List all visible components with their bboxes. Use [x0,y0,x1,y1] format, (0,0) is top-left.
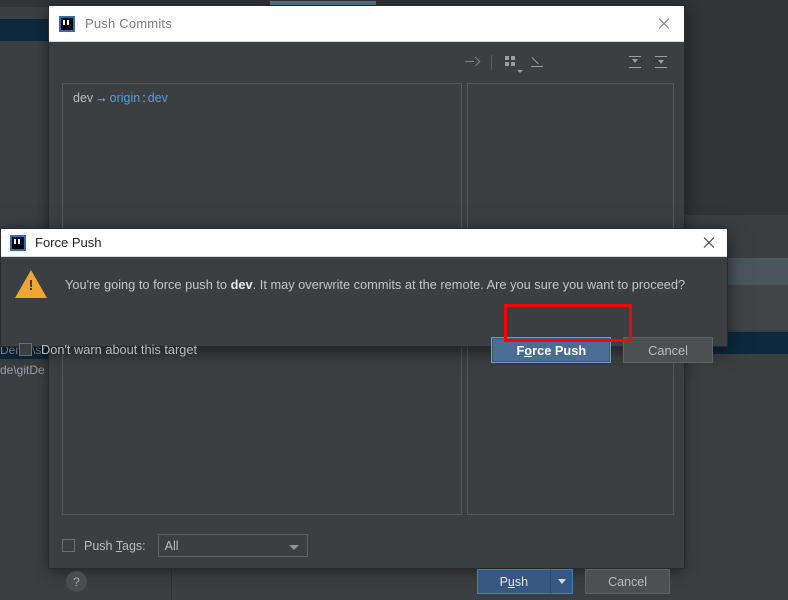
collapse-selection-icon [465,55,479,69]
push-commits-titlebar: Push Commits [49,6,684,42]
dont-warn-checkbox[interactable] [19,343,32,356]
push-tags-select[interactable]: All [157,534,308,557]
chevron-down-icon [517,70,523,73]
push-tags-selected-value: All [164,538,179,553]
push-button[interactable]: Pu sh [476,569,552,594]
push-tags-label-pre: Push [84,538,116,553]
message-part-1: You're going to force push to [65,277,231,292]
ide-path-fragment-2: de\gitDe [0,363,45,377]
push-tags-label-post: ags: [122,538,146,553]
collapse-all-button[interactable] [648,50,674,74]
expand-all-button[interactable] [622,50,648,74]
edit-icon [530,55,544,69]
warning-triangle-icon [15,270,47,298]
push-options-dropdown-button[interactable] [551,569,574,594]
force-push-footer: Fo rce Push Cancel [491,337,713,363]
arrow-icon: → [95,91,108,105]
branch-row[interactable]: dev → origin: dev [63,84,461,105]
force-push-body: You're going to force push to dev. It ma… [1,257,727,363]
force-push-button[interactable]: Fo rce Push [491,337,612,363]
remote-branch-label[interactable]: dev [148,91,168,105]
collapse-selection-button[interactable] [459,50,485,74]
group-by-button[interactable] [498,50,524,74]
group-by-icon [504,55,518,69]
branch-separator: : [142,91,146,105]
force-push-titlebar: Force Push [1,229,727,257]
help-button[interactable]: ? [66,571,87,592]
push-mnemonic: u [507,574,515,589]
local-branch-label: dev [73,91,94,105]
push-tags-checkbox[interactable] [62,539,75,552]
force-push-message: You're going to force push to dev. It ma… [65,277,717,294]
cancel-button[interactable]: Cancel [585,569,670,594]
push-commits-title: Push Commits [85,16,172,31]
force-push-label-post: rce Push [532,342,587,358]
push-label-post: sh [514,574,529,589]
push-commits-footer: Pu sh Cancel [476,569,670,594]
expand-all-icon [628,55,642,69]
remote-name-label[interactable]: origin [110,91,141,105]
push-tags-row: Push Tags: All [62,534,308,557]
push-tags-label: Push Tags: [84,539,146,553]
message-part-2: . It may overwrite commits at the remote… [252,277,686,292]
intellij-idea-icon [59,15,75,32]
dont-warn-row: Don't warn about this target [19,342,197,357]
close-icon [702,236,715,249]
close-icon [657,17,670,30]
force-push-close-button[interactable] [695,231,721,255]
toolbar-divider [491,54,492,70]
chevron-down-icon [288,545,299,550]
force-push-title: Force Push [35,235,102,250]
intellij-idea-icon [10,234,26,251]
force-push-dialog: Force Push You're going to force push to… [0,228,728,363]
force-push-label-pre: F [516,342,525,358]
commit-details-toolbar [459,49,674,75]
edit-button[interactable] [524,50,550,74]
message-branch-name: dev [230,277,253,292]
force-push-mnemonic: o [524,342,533,358]
push-label-pre: P [499,574,508,589]
force-push-cancel-button[interactable]: Cancel [623,337,713,363]
chevron-down-icon [557,579,566,584]
dont-warn-label: Don't warn about this target [41,342,198,357]
close-button[interactable] [650,11,676,37]
collapse-all-icon [654,55,668,69]
